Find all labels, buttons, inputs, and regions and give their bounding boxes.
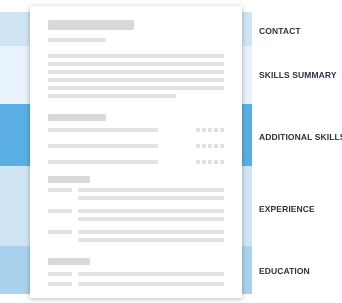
summary-line	[48, 70, 224, 74]
skill-rating	[196, 160, 224, 164]
summary-line	[48, 94, 176, 98]
education-heading-placeholder	[48, 258, 90, 265]
experience-date	[48, 209, 72, 213]
summary-line	[48, 78, 224, 82]
experience-date	[48, 230, 72, 234]
label-education: EDUCATION	[259, 266, 310, 276]
experience-heading-placeholder	[48, 176, 90, 183]
experience-line	[78, 209, 224, 213]
resume-document	[30, 6, 242, 298]
skills-heading-placeholder	[48, 114, 106, 121]
skill-rating	[196, 128, 224, 132]
experience-line	[78, 230, 224, 234]
summary-line	[48, 86, 224, 90]
experience-line	[78, 217, 224, 221]
summary-line	[48, 62, 224, 66]
education-line	[78, 282, 224, 286]
label-experience: EXPERIENCE	[259, 204, 315, 214]
education-line	[78, 272, 224, 276]
contact-line-placeholder	[48, 38, 106, 42]
label-additional-skills: ADDITIONAL SKILLS	[259, 132, 342, 142]
experience-line	[78, 188, 224, 192]
resume-sections-diagram: CONTACT SKILLS SUMMARY ADDITIONAL SKILLS…	[0, 0, 342, 303]
skill-line	[48, 144, 158, 148]
summary-line	[48, 54, 224, 58]
skill-rating	[196, 144, 224, 148]
label-contact: CONTACT	[259, 26, 301, 36]
name-placeholder	[48, 20, 134, 30]
experience-date	[48, 188, 72, 192]
label-skills-summary: SKILLS SUMMARY	[259, 70, 337, 80]
education-date	[48, 282, 72, 286]
experience-line	[78, 196, 224, 200]
skill-line	[48, 128, 158, 132]
education-date	[48, 272, 72, 276]
skill-line	[48, 160, 158, 164]
experience-line	[78, 238, 224, 242]
